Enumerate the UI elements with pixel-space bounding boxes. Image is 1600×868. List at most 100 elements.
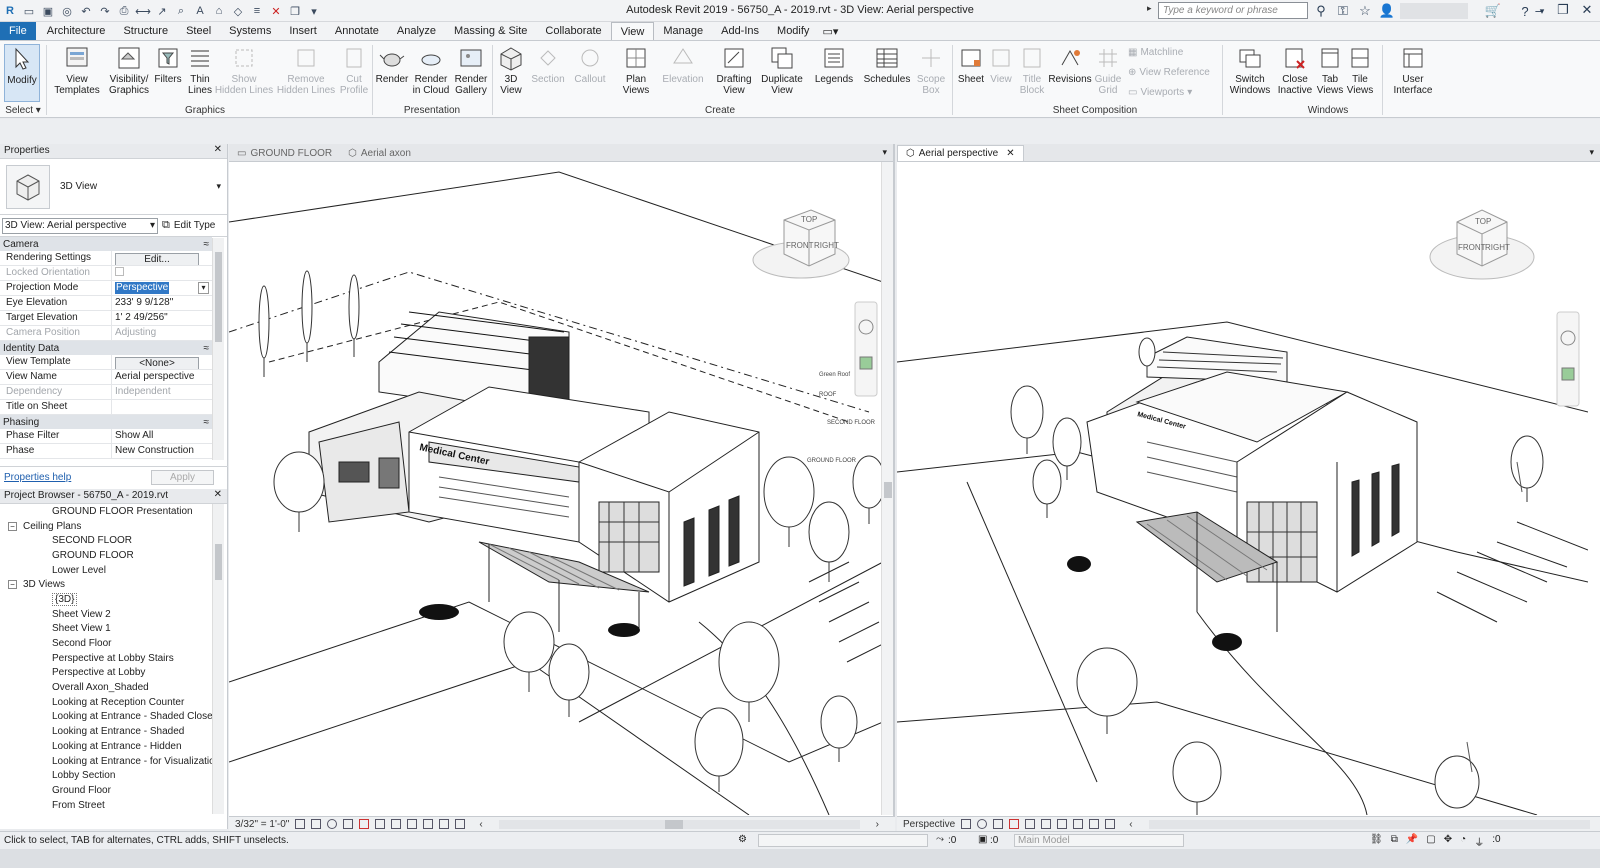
browser-item[interactable]: Second Floor	[0, 636, 212, 651]
plan-views-button[interactable]: Plan Views	[618, 44, 654, 96]
scroll-thumb[interactable]	[664, 819, 683, 829]
browser-item[interactable]: Looking at Entrance - Hidden	[0, 739, 212, 754]
view-templates-button[interactable]: View Templates	[52, 44, 102, 96]
tab-view[interactable]: View	[610, 22, 655, 40]
viewports-button[interactable]: ▭ Viewports ▾	[1128, 87, 1192, 98]
worksharing-icon[interactable]	[455, 819, 466, 829]
remove-hidden-lines-button[interactable]: Remove Hidden Lines	[276, 44, 336, 96]
shadows-icon[interactable]	[993, 819, 1004, 829]
modify-button[interactable]: Modify	[4, 44, 40, 102]
eye-elevation-value[interactable]: 233' 9 9/128"	[112, 296, 212, 310]
workset-dropdown[interactable]	[758, 834, 928, 847]
tab-systems[interactable]: Systems	[220, 22, 280, 40]
rendering-settings-edit-button[interactable]: Edit...	[115, 253, 199, 265]
search-arrow-icon[interactable]: ▸	[1147, 3, 1157, 19]
scroll-thumb[interactable]	[884, 482, 892, 498]
minimize-icon[interactable]: –	[1530, 1, 1548, 19]
lock-view-icon[interactable]	[1057, 819, 1068, 829]
browser-item[interactable]: Sheet View 2	[0, 607, 212, 622]
tab-manage[interactable]: Manage	[654, 22, 712, 40]
background-processes-icon[interactable]: ◔	[1460, 834, 1466, 849]
tab-steel[interactable]: Steel	[177, 22, 220, 40]
tab-annotate[interactable]: Annotate	[326, 22, 388, 40]
qat-dropdown-icon[interactable]: ▾	[306, 3, 322, 19]
render-button[interactable]: Render	[374, 44, 410, 85]
viewcube-right[interactable]: RIGHT	[814, 241, 839, 250]
visual-style-icon[interactable]	[311, 819, 322, 829]
scroll-left-icon[interactable]: ‹	[479, 819, 482, 830]
tab-analyze[interactable]: Analyze	[388, 22, 445, 40]
browser-item[interactable]: Overall Axon_Shaded	[0, 680, 212, 695]
browser-item[interactable]: Looking at Entrance - Shaded Close	[0, 710, 212, 725]
schedules-button[interactable]: Schedules	[862, 44, 912, 85]
show-hidden-lines-button[interactable]: Show Hidden Lines	[215, 44, 273, 96]
projection-dropdown-icon[interactable]: ▾	[198, 282, 209, 294]
scope-box-button[interactable]: Scope Box	[914, 44, 948, 96]
viewcube-front[interactable]: FRONT	[786, 241, 814, 250]
open-icon[interactable]: ▭	[21, 3, 37, 19]
viewcube-top[interactable]: TOP	[1475, 217, 1491, 226]
tab-aerial-axon[interactable]: ⬡ Aerial axon	[340, 145, 419, 161]
browser-item[interactable]: From Street	[0, 798, 212, 813]
locked-orientation-checkbox[interactable]	[115, 267, 124, 276]
browser-item[interactable]: GROUND FLOOR Presentation	[0, 504, 212, 519]
favorites-icon[interactable]: ☆	[1356, 2, 1374, 20]
render-gallery-button[interactable]: Render Gallery	[452, 44, 490, 96]
save-icon[interactable]: ▣	[40, 3, 56, 19]
cart-icon[interactable]: 🛒	[1484, 2, 1502, 20]
tab-aerial-perspective[interactable]: ⬡ Aerial perspective ✕	[897, 145, 1024, 161]
thin-lines-button[interactable]: Thin Lines	[184, 44, 216, 96]
filters-button[interactable]: Filters	[152, 44, 184, 85]
view-scale[interactable]: 3/32" = 1'-0"	[235, 819, 289, 830]
viewcube-right[interactable]: RIGHT	[1485, 243, 1510, 252]
tile-views-button[interactable]: Tile Views	[1346, 44, 1374, 96]
close-hidden-icon[interactable]: ✕	[268, 3, 284, 19]
browser-item[interactable]: Ground Floor	[0, 783, 212, 798]
phase-filter-value[interactable]: Show All	[112, 429, 212, 443]
view-reference-button[interactable]: ⊕ View Reference	[1128, 67, 1210, 78]
shadows-icon[interactable]	[343, 819, 354, 829]
elevation-button[interactable]: Elevation	[660, 44, 706, 85]
revisions-button[interactable]: Revisions	[1048, 44, 1092, 85]
cut-profile-button[interactable]: Cut Profile	[336, 44, 372, 96]
sheet-button[interactable]: Sheet	[956, 44, 986, 85]
redo-icon[interactable]: ↷	[97, 3, 113, 19]
search-input[interactable]: Type a keyword or phrase	[1158, 2, 1308, 19]
close-icon[interactable]: ✕	[1578, 1, 1596, 19]
scroll-thumb[interactable]	[215, 544, 222, 580]
close-inactive-button[interactable]: Close Inactive	[1276, 44, 1314, 96]
properties-help-link[interactable]: Properties help	[4, 472, 71, 483]
user-interface-button[interactable]: User Interface	[1388, 44, 1438, 96]
browser-item[interactable]: − Ceiling Plans	[0, 519, 212, 534]
viewcube[interactable]: TOP FRONT RIGHT	[1429, 209, 1535, 280]
collapse-toggle-icon[interactable]: −	[8, 580, 17, 590]
crop-view-icon[interactable]	[1025, 819, 1036, 829]
tab-list-dropdown-icon[interactable]: ▾	[876, 147, 893, 161]
visibility-graphics-button[interactable]: Visibility/ Graphics	[104, 44, 154, 96]
switch-windows-icon[interactable]: ❐	[287, 3, 303, 19]
browser-item[interactable]: Looking at Reception Counter	[0, 695, 212, 710]
select-pinned-icon[interactable]: 📌	[1406, 834, 1418, 849]
collapse-toggle-icon[interactable]: −	[8, 521, 17, 531]
subscription-icon[interactable]: ⚿	[1334, 2, 1352, 20]
properties-scrollbar[interactable]	[212, 238, 224, 460]
matchline-button[interactable]: ▦ Matchline	[1128, 47, 1183, 58]
sun-path-icon[interactable]	[327, 819, 338, 829]
guide-grid-button[interactable]: Guide Grid	[1094, 44, 1122, 96]
lock-view-icon[interactable]	[407, 819, 418, 829]
duplicate-view-button[interactable]: Duplicate View	[758, 44, 806, 96]
navigation-bar[interactable]	[854, 301, 878, 397]
tab-add-ins[interactable]: Add-Ins	[712, 22, 768, 40]
tab-modify[interactable]: Modify	[768, 22, 818, 40]
identity-section[interactable]: Identity Data ≈	[0, 341, 212, 355]
editing-requests-icon[interactable]: ⤳	[936, 834, 944, 845]
thin-lines-icon[interactable]: ≡	[249, 3, 265, 19]
navigation-bar[interactable]	[1556, 311, 1580, 407]
text-icon[interactable]: A	[192, 3, 208, 19]
camera-section[interactable]: Camera ≈	[0, 237, 212, 251]
tag-icon[interactable]: ⌕	[173, 3, 189, 19]
browser-item[interactable]: GROUND FLOOR	[0, 548, 212, 563]
show-crop-icon[interactable]	[391, 819, 402, 829]
view-name-value[interactable]: Aerial perspective	[112, 370, 212, 384]
browser-item[interactable]: SECOND FLOOR	[0, 533, 212, 548]
